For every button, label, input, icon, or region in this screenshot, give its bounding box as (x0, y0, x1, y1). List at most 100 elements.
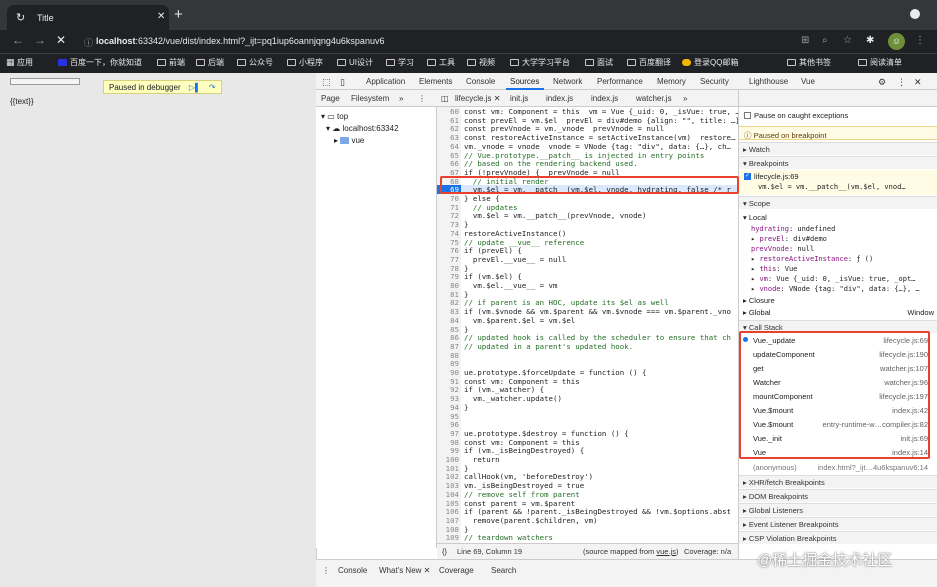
line-number[interactable]: 81 (437, 290, 459, 299)
more-tabs-icon[interactable]: » (399, 94, 403, 103)
toggle-navigator-icon[interactable]: ◫ (441, 94, 449, 103)
breakpoint-item[interactable]: ✓ lifecycle.js:69 vm.$el = vm.__patch__(… (739, 170, 937, 195)
settings-gear-icon[interactable]: ⚙ (878, 77, 886, 88)
file-tab-index-2[interactable]: index.js (591, 94, 618, 103)
pause-caught-checkbox[interactable]: Pause on caught exceptions (744, 111, 848, 120)
line-number[interactable]: 62 (437, 124, 459, 133)
tab-vue[interactable]: Vue (801, 77, 815, 86)
device-toggle-icon[interactable]: ▯ (340, 77, 345, 88)
line-number[interactable]: 70 (437, 194, 459, 203)
tab-memory[interactable]: Memory (657, 77, 686, 86)
tree-folder-vue[interactable]: ▸ vue (334, 136, 364, 145)
tab-filesystem[interactable]: Filesystem (351, 94, 389, 103)
line-number[interactable]: 103 (437, 481, 459, 490)
line-number[interactable]: 73 (437, 220, 459, 229)
line-number[interactable]: 87 (437, 342, 459, 351)
bookmark-baidu[interactable]: 百度一下，你就知道 (58, 57, 142, 68)
bookmark-folder-video[interactable]: 视频 (467, 57, 495, 68)
zoom-icon[interactable]: ⌕ (822, 35, 828, 46)
scope-local[interactable]: ▾ Local (743, 213, 767, 222)
file-tab-watcher[interactable]: watcher.js (636, 94, 672, 103)
tab-performance[interactable]: Performance (597, 77, 643, 86)
scope-global[interactable]: ▸ Global Window (743, 308, 934, 317)
step-over-icon[interactable]: ↷ (209, 83, 216, 92)
line-number[interactable]: 84 (437, 316, 459, 325)
line-number[interactable]: 106 (437, 507, 459, 516)
bookmark-folder-official[interactable]: 公众号 (237, 57, 273, 68)
line-number[interactable]: 100 (437, 455, 459, 464)
more-files-icon[interactable]: » (683, 94, 687, 103)
bookmark-folder-frontend[interactable]: 前端 (157, 57, 185, 68)
tab-security[interactable]: Security (700, 77, 729, 86)
scope-closure[interactable]: ▸ Closure (743, 296, 775, 305)
scope-variable[interactable]: ▸ restoreActiveInstance: ƒ () (751, 255, 873, 263)
scope-variable[interactable]: ▸ prevEl: div#demo (751, 235, 827, 243)
tab-application[interactable]: Application (366, 77, 405, 86)
line-number[interactable]: 74 (437, 229, 459, 238)
pretty-print-button[interactable]: {} (442, 547, 447, 556)
info-icon[interactable]: ⓘ (84, 36, 93, 49)
bookmark-folder-study[interactable]: 学习 (386, 57, 414, 68)
line-number[interactable]: 77 (437, 255, 459, 264)
new-tab-icon[interactable]: + (174, 6, 183, 23)
line-number[interactable]: 60 (437, 107, 459, 116)
bookmark-folder-backend[interactable]: 后端 (196, 57, 224, 68)
line-number[interactable]: 98 (437, 438, 459, 447)
line-number[interactable]: 72 (437, 211, 459, 220)
bookmark-folder-translate[interactable]: 百度翻译 (627, 57, 671, 68)
line-number[interactable]: 95 (437, 412, 459, 421)
line-number[interactable]: 88 (437, 351, 459, 360)
breakpoint-checkbox-icon[interactable]: ✓ (744, 173, 751, 180)
line-number[interactable]: 65 (437, 151, 459, 160)
tab-elements[interactable]: Elements (419, 77, 452, 86)
stop-icon[interactable]: ✕ (56, 33, 66, 47)
scope-variable[interactable]: ▸ vnode: VNode {tag: "div", data: {…}, … (751, 285, 920, 293)
checkbox-icon[interactable] (744, 112, 751, 119)
line-number[interactable]: 107 (437, 516, 459, 525)
line-number[interactable]: 94 (437, 403, 459, 412)
inspect-icon[interactable]: ⬚ (322, 77, 331, 88)
collapsed-section[interactable]: ▸ Global Listeners (739, 503, 937, 516)
line-number[interactable]: 101 (437, 464, 459, 473)
line-number[interactable]: 89 (437, 359, 459, 368)
collapsed-section[interactable]: ▸ Event Listener Breakpoints (739, 517, 937, 530)
more-options-icon[interactable]: ⋮ (897, 77, 906, 88)
close-file-icon[interactable]: ✕ (494, 94, 501, 103)
line-number[interactable]: 108 (437, 525, 459, 534)
line-number[interactable]: 91 (437, 377, 459, 386)
line-number[interactable]: 80 (437, 281, 459, 290)
watch-section[interactable]: ▸ Watch (739, 142, 937, 155)
collapsed-section[interactable]: ▸ DOM Breakpoints (739, 489, 937, 502)
bookmark-apps[interactable]: ▦ 应用 (6, 57, 33, 68)
scope-section[interactable]: ▾ Scope (739, 196, 937, 209)
bookmark-qqmail[interactable]: 登录QQ邮箱 (682, 57, 738, 68)
scope-variable[interactable]: prevVnode: null (751, 245, 814, 253)
tab-network[interactable]: Network (553, 77, 582, 86)
tab-console[interactable]: Console (466, 77, 495, 86)
file-tab-init[interactable]: init.js (510, 94, 528, 103)
line-number[interactable]: 82 (437, 298, 459, 307)
bookmark-star-icon[interactable]: ☆ (843, 35, 852, 46)
browser-tab[interactable]: ↻ Title ✕ (7, 5, 169, 30)
drawer-tab-search[interactable]: Search (491, 566, 516, 575)
menu-dots-icon[interactable]: ⋮ (915, 35, 925, 46)
drawer-tab-whats-new[interactable]: What's New ✕ (379, 566, 430, 575)
line-number[interactable]: 63 (437, 133, 459, 142)
scope-variable[interactable]: ▸ vm: Vue {_uid: 0, _isVue: true, _opt… (751, 275, 915, 283)
back-icon[interactable]: ← (12, 33, 24, 47)
code-editor[interactable]: 60 const vm: Component = this vm = Vue {_… (437, 107, 738, 543)
line-number[interactable]: 66 (437, 159, 459, 168)
close-drawer-tab-icon[interactable]: ✕ (424, 566, 431, 575)
resume-icon[interactable]: ▷▌ (189, 83, 201, 92)
line-number[interactable]: 96 (437, 420, 459, 429)
line-number[interactable]: 78 (437, 264, 459, 273)
bookmark-folder-tools[interactable]: 工具 (427, 57, 455, 68)
line-number[interactable]: 93 (437, 394, 459, 403)
address-bar[interactable]: ⓘ localhost:63342/vue/dist/index.html?_i… (74, 33, 792, 50)
collapsed-section[interactable]: ▸ CSP Violation Breakpoints (739, 531, 937, 544)
close-tab-icon[interactable]: ✕ (157, 11, 165, 22)
line-number[interactable]: 99 (437, 446, 459, 455)
bookmark-folder-university[interactable]: 大学学习平台 (510, 57, 570, 68)
bookmark-folder-miniprogram[interactable]: 小程序 (287, 57, 323, 68)
forward-icon[interactable]: → (34, 33, 46, 47)
